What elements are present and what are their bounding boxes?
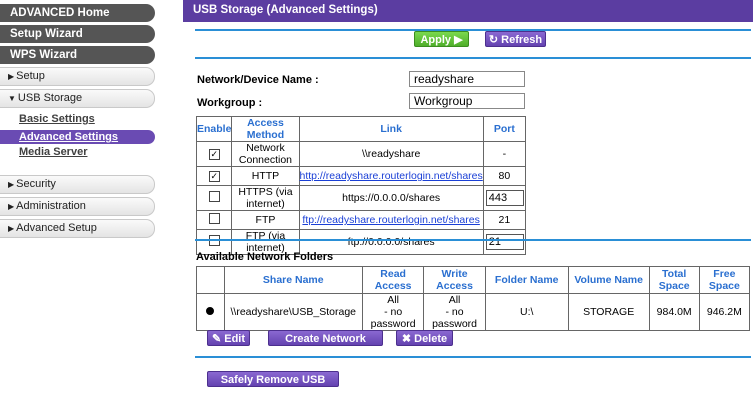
- nav-wps-wizard[interactable]: WPS Wizard: [0, 46, 155, 64]
- nav-usb-storage[interactable]: ▼ USB Storage: [0, 89, 155, 108]
- main-panel: USB Storage (Advanced Settings) Apply ▶ …: [183, 0, 753, 402]
- nav-administration-label: Administration: [16, 200, 86, 212]
- access-method: HTTPS (via internet): [231, 185, 300, 211]
- nav-media-server[interactable]: Media Server: [19, 146, 87, 158]
- ftp-link[interactable]: ftp://readyshare.routerlogin.net/shares: [302, 214, 479, 226]
- edit-button[interactable]: ✎ Edit: [207, 330, 250, 346]
- delete-button[interactable]: ✖ Delete: [396, 330, 453, 346]
- col-enable: Enable: [195, 116, 233, 142]
- enable-checkbox[interactable]: [208, 213, 220, 224]
- nav-security[interactable]: ▶ Security: [0, 175, 155, 194]
- col-total-space: Total Space: [648, 266, 700, 294]
- device-name-label: Network/Device Name :: [197, 74, 319, 86]
- apply-button[interactable]: Apply ▶: [414, 31, 469, 47]
- network-folders-table: Share Name Read Access Write Access Fold…: [196, 266, 751, 331]
- volume-name: STORAGE: [567, 293, 650, 331]
- access-method: FTP: [231, 210, 300, 230]
- nav-setup-wizard[interactable]: Setup Wizard: [0, 25, 155, 43]
- device-name-input[interactable]: readyshare: [409, 71, 525, 87]
- nav-setup[interactable]: ▶ Setup: [0, 67, 155, 86]
- table-row: FTP ftp://readyshare.routerlogin.net/sha…: [195, 210, 527, 230]
- total-space: 984.0M: [648, 293, 700, 331]
- read-access: All - no password: [361, 293, 425, 331]
- port-text: 80: [482, 166, 527, 186]
- enable-checkbox[interactable]: ✓: [208, 171, 220, 182]
- page-title: USB Storage (Advanced Settings): [183, 0, 753, 22]
- nav-basic-settings[interactable]: Basic Settings: [19, 113, 95, 125]
- free-space: 946.2M: [698, 293, 751, 331]
- caret-down-icon: ▼: [8, 94, 16, 103]
- col-access-method: Access Method: [231, 116, 300, 142]
- workgroup-input[interactable]: Workgroup: [409, 93, 525, 109]
- pencil-icon: ✎: [211, 333, 222, 345]
- access-method: HTTP: [231, 166, 300, 186]
- port-input[interactable]: 21: [485, 234, 524, 250]
- col-link: Link: [298, 116, 484, 142]
- share-name: \\readyshare\USB_Storage: [223, 293, 363, 331]
- refresh-button[interactable]: ↻ Refresh: [485, 31, 546, 47]
- nav-administration[interactable]: ▶ Administration: [0, 197, 155, 216]
- port-text: -: [482, 141, 527, 167]
- folder-select-radio[interactable]: [206, 307, 215, 315]
- x-icon: ✖: [401, 333, 412, 345]
- table-row: HTTPS (via internet) https://0.0.0.0/sha…: [195, 185, 527, 211]
- nav-advanced-home[interactable]: ADVANCED Home: [0, 4, 155, 22]
- caret-right-icon: ▶: [8, 224, 15, 233]
- nav-usb-storage-label: USB Storage: [17, 92, 83, 104]
- http-link[interactable]: http://readyshare.routerlogin.net/shares: [300, 170, 483, 182]
- enable-checkbox[interactable]: [208, 191, 220, 202]
- divider: [195, 57, 751, 59]
- col-write-access: Write Access: [423, 266, 486, 294]
- table-row: ✓ Network Connection \\readyshare -: [195, 141, 527, 167]
- port-text: 21: [482, 210, 527, 230]
- sidebar: ADVANCED Home Setup Wizard WPS Wizard ▶ S…: [0, 0, 183, 391]
- nav-setup-label: Setup: [16, 70, 45, 82]
- nav-advanced-settings[interactable]: Advanced Settings: [0, 130, 155, 144]
- table-row: \\readyshare\USB_Storage All - no passwor…: [196, 293, 751, 331]
- table-row: ✓ HTTP http://readyshare.routerlogin.net…: [195, 166, 527, 186]
- nav-advanced-settings-label: Advanced Settings: [19, 131, 119, 143]
- nav-advanced-setup-label: Advanced Setup: [16, 222, 97, 234]
- nav-security-label: Security: [16, 178, 56, 190]
- caret-right-icon: ▶: [8, 202, 15, 211]
- write-access: All - no password: [423, 293, 486, 331]
- port-input[interactable]: 443: [485, 190, 524, 206]
- folders-section-title: Available Network Folders: [196, 251, 334, 263]
- nav-advanced-setup[interactable]: ▶ Advanced Setup: [0, 219, 155, 238]
- create-network-folder-button[interactable]: Create Network Folder: [268, 330, 383, 361]
- access-method: Network Connection: [231, 141, 300, 167]
- enable-checkbox[interactable]: ✓: [208, 149, 220, 160]
- access-method-table: Enable Access Method Link Port ✓ Network…: [195, 116, 527, 255]
- caret-right-icon: ▶: [8, 72, 15, 81]
- col-free-space: Free Space: [698, 266, 751, 294]
- caret-right-icon: ▶: [8, 180, 15, 189]
- col-read-access: Read Access: [361, 266, 425, 294]
- col-volume-name: Volume Name: [567, 266, 650, 294]
- col-folder-name: Folder Name: [484, 266, 569, 294]
- divider: [195, 29, 751, 31]
- col-share-name: Share Name: [223, 266, 363, 294]
- link-text: \\readyshare: [298, 141, 484, 167]
- link-text: https://0.0.0.0/shares: [298, 185, 484, 211]
- divider: [195, 239, 751, 241]
- col-port: Port: [482, 116, 527, 142]
- folder-name: U:\: [484, 293, 569, 331]
- divider: [195, 356, 751, 358]
- workgroup-label: Workgroup :: [197, 97, 263, 109]
- safely-remove-usb-button[interactable]: Safely Remove USB Device: [207, 371, 339, 402]
